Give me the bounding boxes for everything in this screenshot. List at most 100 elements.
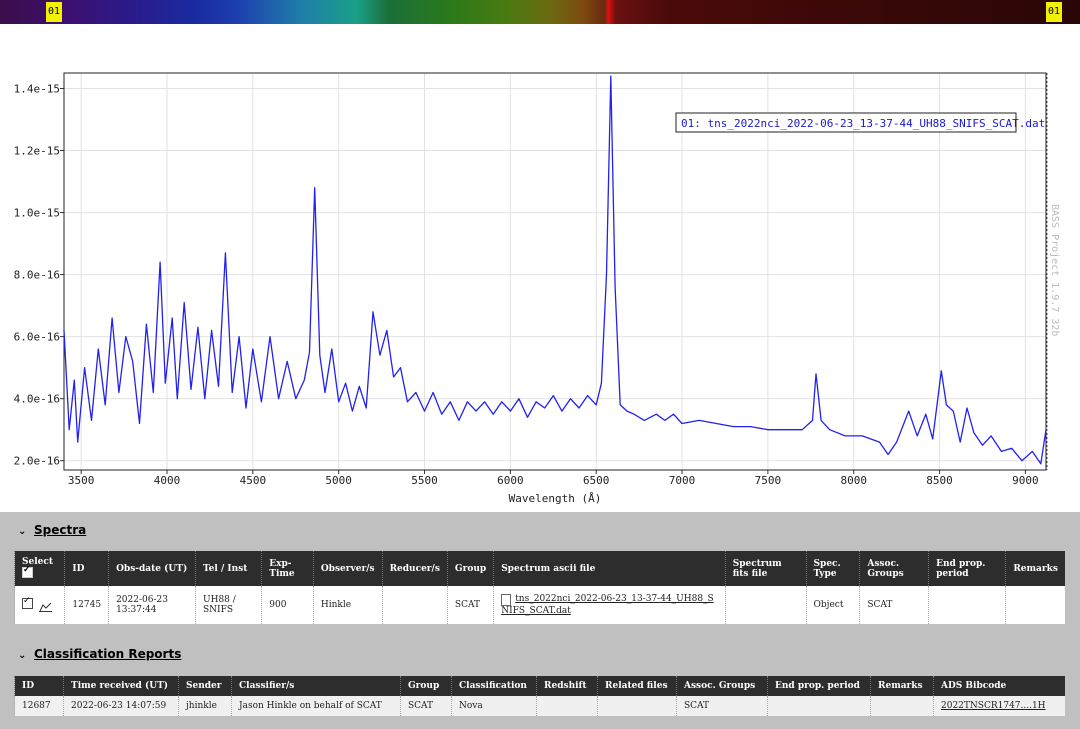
sender: jhinkle bbox=[178, 696, 232, 716]
chevron-down-icon: ⌄ bbox=[18, 650, 27, 661]
col-end-prop: End prop. period bbox=[928, 551, 1006, 586]
col-end-prop: End prop. period bbox=[767, 676, 871, 696]
spec-type: Object bbox=[805, 586, 860, 624]
col-related-files: Related files bbox=[597, 676, 677, 696]
x-tick-label: 7000 bbox=[669, 474, 696, 487]
end-prop-period bbox=[928, 586, 1006, 624]
ascii-file-link[interactable]: tns_2022nci_2022-06-23_13-37-44_UH88_SNI… bbox=[501, 594, 714, 616]
x-tick-label: 4500 bbox=[240, 474, 267, 487]
col-tel-inst: Tel / Inst bbox=[195, 551, 262, 586]
col-spec-type: Spec. Type bbox=[805, 551, 860, 586]
col-time-received: Time received (UT) bbox=[63, 676, 179, 696]
classification-section-title[interactable]: Classification Reports bbox=[34, 647, 181, 661]
file-icon bbox=[501, 594, 512, 606]
ads-bibcode-link[interactable]: 2022TNSCR1747....1H bbox=[941, 701, 1046, 711]
x-tick-label: 3500 bbox=[68, 474, 95, 487]
x-tick-label: 4000 bbox=[154, 474, 181, 487]
col-id: ID bbox=[14, 676, 64, 696]
plot-line-icon[interactable] bbox=[38, 602, 52, 612]
group: SCAT bbox=[400, 696, 452, 716]
col-ads-bibcode: ADS Bibcode bbox=[933, 676, 1065, 696]
observer: Hinkle bbox=[312, 586, 383, 624]
strip-left-tag: 01 bbox=[46, 2, 62, 22]
exp-time: 900 bbox=[261, 586, 314, 624]
col-assoc-groups: Assoc. Groups bbox=[676, 676, 768, 696]
legend-entry: 01: tns_2022nci_2022-06-23_13-37-44_UH88… bbox=[681, 117, 1045, 130]
spectra-section-title[interactable]: Spectra bbox=[34, 523, 86, 537]
col-remarks: Remarks bbox=[1005, 551, 1065, 586]
spectrum-color-strip: 01 01 bbox=[0, 0, 1080, 24]
classification: Nova bbox=[451, 696, 537, 716]
classification-header-row: ID Time received (UT) Sender Classifier/… bbox=[14, 676, 1065, 696]
col-fits-file: Spectrum fits file bbox=[724, 551, 807, 586]
spectrum-chart[interactable]: 3500 4000 4500 5000 5500 6000 6500 7000 7500 8000… bbox=[0, 24, 1080, 512]
x-axis-label: Wavelength (Å) bbox=[509, 492, 602, 505]
assoc-groups: SCAT bbox=[859, 586, 929, 624]
row-select-checkbox[interactable] bbox=[22, 596, 33, 609]
spectra-section-toggle[interactable]: ⌄ Spectra bbox=[18, 523, 86, 537]
col-group: Group bbox=[400, 676, 452, 696]
strip-right-tag: 01 bbox=[1046, 2, 1062, 22]
tel-inst: UH88 / SNIFS bbox=[195, 586, 262, 624]
obs-date: 2022-06-23 13:37:44 bbox=[108, 586, 196, 624]
spectra-table: Select ID Obs-date (UT) Tel / Inst Exp-T… bbox=[13, 551, 1065, 624]
x-tick-label: 9000 bbox=[1012, 474, 1039, 487]
col-classification: Classification bbox=[451, 676, 537, 696]
col-id: ID bbox=[64, 551, 109, 586]
y-tick-label: 2.0e-16 bbox=[14, 455, 60, 468]
plot-frame bbox=[63, 72, 1047, 471]
y-tick-label: 6.0e-16 bbox=[14, 331, 60, 344]
col-select: Select bbox=[13, 551, 65, 586]
x-tick-label: 8500 bbox=[926, 474, 953, 487]
col-obs-date: Obs-date (UT) bbox=[108, 551, 196, 586]
spectrum-line bbox=[63, 75, 1047, 465]
related-files bbox=[597, 696, 677, 716]
col-observers: Observer/s bbox=[312, 551, 383, 586]
spectra-header-row: Select ID Obs-date (UT) Tel / Inst Exp-T… bbox=[13, 551, 1065, 586]
select-all-checkbox[interactable] bbox=[22, 565, 33, 578]
col-remarks: Remarks bbox=[870, 676, 934, 696]
col-reducers: Reducer/s bbox=[381, 551, 448, 586]
y-tick-label: 1.2e-15 bbox=[14, 145, 60, 158]
fits-file bbox=[724, 586, 807, 624]
y-tick-label: 4.0e-16 bbox=[14, 393, 60, 406]
redshift bbox=[536, 696, 598, 716]
col-ascii-file: Spectrum ascii file bbox=[493, 551, 726, 586]
classification-table: ID Time received (UT) Sender Classifier/… bbox=[14, 676, 1065, 716]
watermark-text: BASS Project 1.9.7 32b bbox=[1049, 204, 1060, 336]
spectrum-id: 12745 bbox=[64, 586, 109, 624]
ascii-file-cell: tns_2022nci_2022-06-23_13-37-44_UH88_SNI… bbox=[493, 586, 726, 624]
x-tick-label: 8000 bbox=[840, 474, 867, 487]
col-sender: Sender bbox=[178, 676, 232, 696]
reducer bbox=[381, 586, 448, 624]
x-tick-label: 6500 bbox=[583, 474, 610, 487]
report-id: 12687 bbox=[14, 696, 64, 716]
assoc-groups: SCAT bbox=[676, 696, 768, 716]
x-tick-label: 6000 bbox=[497, 474, 524, 487]
y-tick-label: 1.0e-15 bbox=[14, 207, 60, 220]
x-tick-label: 7500 bbox=[755, 474, 782, 487]
end-prop-period bbox=[767, 696, 871, 716]
table-row: 12745 2022-06-23 13:37:44 UH88 / SNIFS 9… bbox=[13, 586, 1065, 624]
y-tick-label: 1.4e-15 bbox=[14, 83, 60, 96]
ads-bibcode-cell: 2022TNSCR1747....1H bbox=[933, 696, 1065, 716]
select-cell bbox=[13, 586, 65, 624]
col-assoc-groups: Assoc. Groups bbox=[859, 551, 929, 586]
table-row: 12687 2022-06-23 14:07:59 jhinkle Jason … bbox=[14, 696, 1065, 716]
col-exp-time: Exp-Time bbox=[261, 551, 314, 586]
group: SCAT bbox=[446, 586, 494, 624]
col-group: Group bbox=[446, 551, 494, 586]
col-redshift: Redshift bbox=[536, 676, 598, 696]
details-panel: ⌄ Spectra Select ID Obs-date (UT) Tel / I… bbox=[0, 512, 1080, 729]
classification-section-toggle[interactable]: ⌄ Classification Reports bbox=[18, 647, 181, 661]
x-tick-label: 5500 bbox=[411, 474, 438, 487]
remarks bbox=[870, 696, 934, 716]
y-tick-label: 8.0e-16 bbox=[14, 269, 60, 282]
classifier: Jason Hinkle on behalf of SCAT bbox=[231, 696, 401, 716]
time-received: 2022-06-23 14:07:59 bbox=[63, 696, 179, 716]
col-classifiers: Classifier/s bbox=[231, 676, 401, 696]
x-tick-label: 5000 bbox=[325, 474, 352, 487]
chevron-down-icon: ⌄ bbox=[18, 526, 27, 537]
remarks bbox=[1005, 586, 1065, 624]
spectrum-plot-area[interactable]: 3500 4000 4500 5000 5500 6000 6500 7000 7500 8000… bbox=[0, 24, 1080, 512]
